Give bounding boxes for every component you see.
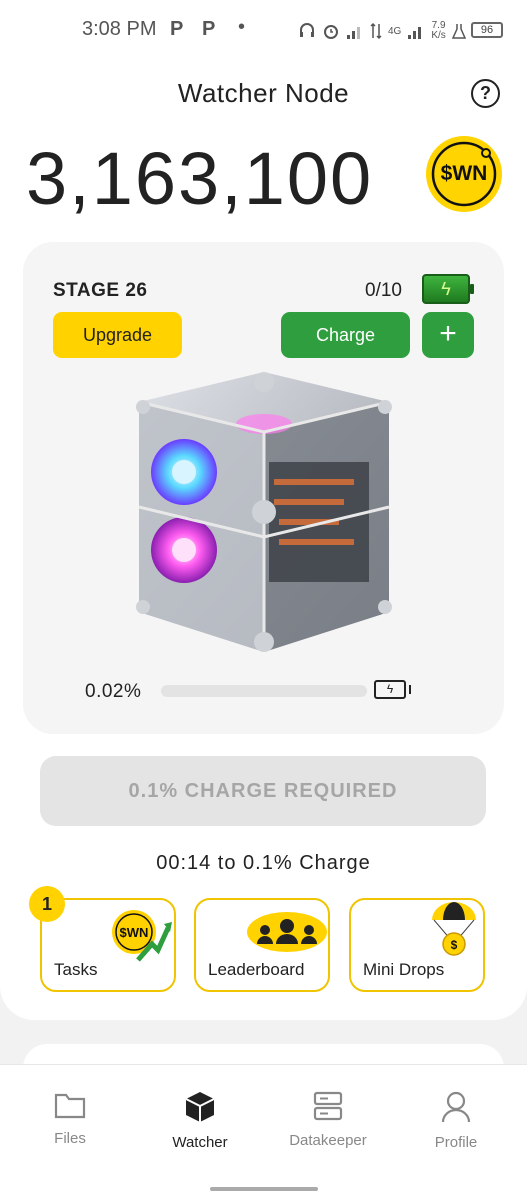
- nav-files-label: Files: [54, 1130, 86, 1147]
- nav-profile-label: Profile: [434, 1134, 478, 1151]
- watcher-screen: Watcher Node ? 3,163,100 $WN STAGE 26 0/…: [0, 60, 527, 1020]
- page-title: Watcher Node: [177, 78, 350, 108]
- tasks-coin-icon: $WN: [112, 910, 172, 962]
- add-charge-button[interactable]: +: [422, 312, 474, 358]
- mini-drops-coin-symbol: $: [451, 938, 458, 952]
- speed-unit: K/s: [431, 30, 446, 41]
- charge-battery-icon: ϟ: [422, 274, 474, 304]
- person-icon: [441, 1091, 471, 1123]
- leaderboard-label: Leaderboard: [208, 960, 305, 979]
- progress-percent: 0.02%: [85, 681, 142, 702]
- network-speed: 7.9 K/s: [431, 21, 445, 41]
- signal-icon: [347, 27, 360, 39]
- nav-files[interactable]: Files: [15, 1091, 125, 1147]
- small-battery-icon: ϟ: [374, 680, 411, 699]
- status-time: 3:08 PM: [82, 18, 157, 40]
- network-type: 4G: [388, 25, 402, 37]
- parachute-coin-icon: $: [432, 902, 476, 956]
- charge-required-button[interactable]: 0.1% CHARGE REQUIRED: [40, 756, 486, 826]
- progress-bar: [161, 685, 367, 697]
- headset-icon: [300, 23, 314, 37]
- coin-ring: [431, 141, 497, 207]
- tasks-coin-label: $WN: [120, 925, 149, 940]
- status-bar: 3:08 PM P P • 4G 7.9 K/s 96: [0, 0, 527, 60]
- home-indicator[interactable]: [210, 1187, 318, 1191]
- charge-timer: 00:14 to 0.1% Charge: [156, 852, 371, 874]
- flask-icon: [451, 24, 466, 39]
- charge-button[interactable]: Charge: [281, 312, 410, 358]
- status-icons: 4G 7.9 K/s: [298, 18, 466, 44]
- alarm-icon: [324, 25, 338, 39]
- tasks-badge: 1: [29, 886, 65, 922]
- upgrade-button[interactable]: Upgrade: [53, 312, 182, 358]
- nav-watcher-label: Watcher: [172, 1134, 228, 1151]
- battery-indicator: 96: [471, 22, 503, 38]
- balance-amount: 3,163,100: [26, 137, 374, 220]
- stage-label: STAGE 26: [53, 280, 148, 301]
- nav-profile[interactable]: Profile: [401, 1091, 511, 1151]
- app-notification-icon: P: [202, 18, 216, 40]
- nav-datakeeper[interactable]: Datakeeper: [273, 1091, 383, 1149]
- cube-icon: [185, 1092, 215, 1122]
- leaderboard-icon: [247, 912, 327, 952]
- data-transfer-icon: [370, 22, 382, 40]
- leaderboard-tile[interactable]: Leaderboard: [194, 898, 330, 992]
- wn-coin-icon: $WN: [426, 136, 502, 212]
- charges-count: 0/10: [365, 280, 402, 301]
- folder-icon: [54, 1093, 86, 1119]
- help-icon[interactable]: ?: [471, 79, 500, 108]
- node-card: STAGE 26 0/10 ϟ Upgrade Charge + 0.02% ϟ: [23, 242, 504, 734]
- more-notifications-dot: •: [238, 16, 246, 38]
- bottom-nav: Files Watcher Datakeeper Profile: [0, 1064, 527, 1200]
- signal-icon: [408, 27, 422, 39]
- nav-datakeeper-label: Datakeeper: [289, 1132, 367, 1149]
- mini-drops-tile[interactable]: $ Mini Drops: [349, 898, 485, 992]
- tasks-label: Tasks: [54, 960, 98, 979]
- server-icon: [313, 1091, 343, 1121]
- node-cube-image: [136, 372, 392, 652]
- nav-watcher[interactable]: Watcher: [145, 1091, 255, 1151]
- app-notification-icon: P: [170, 18, 184, 40]
- mini-drops-label: Mini Drops: [363, 960, 445, 979]
